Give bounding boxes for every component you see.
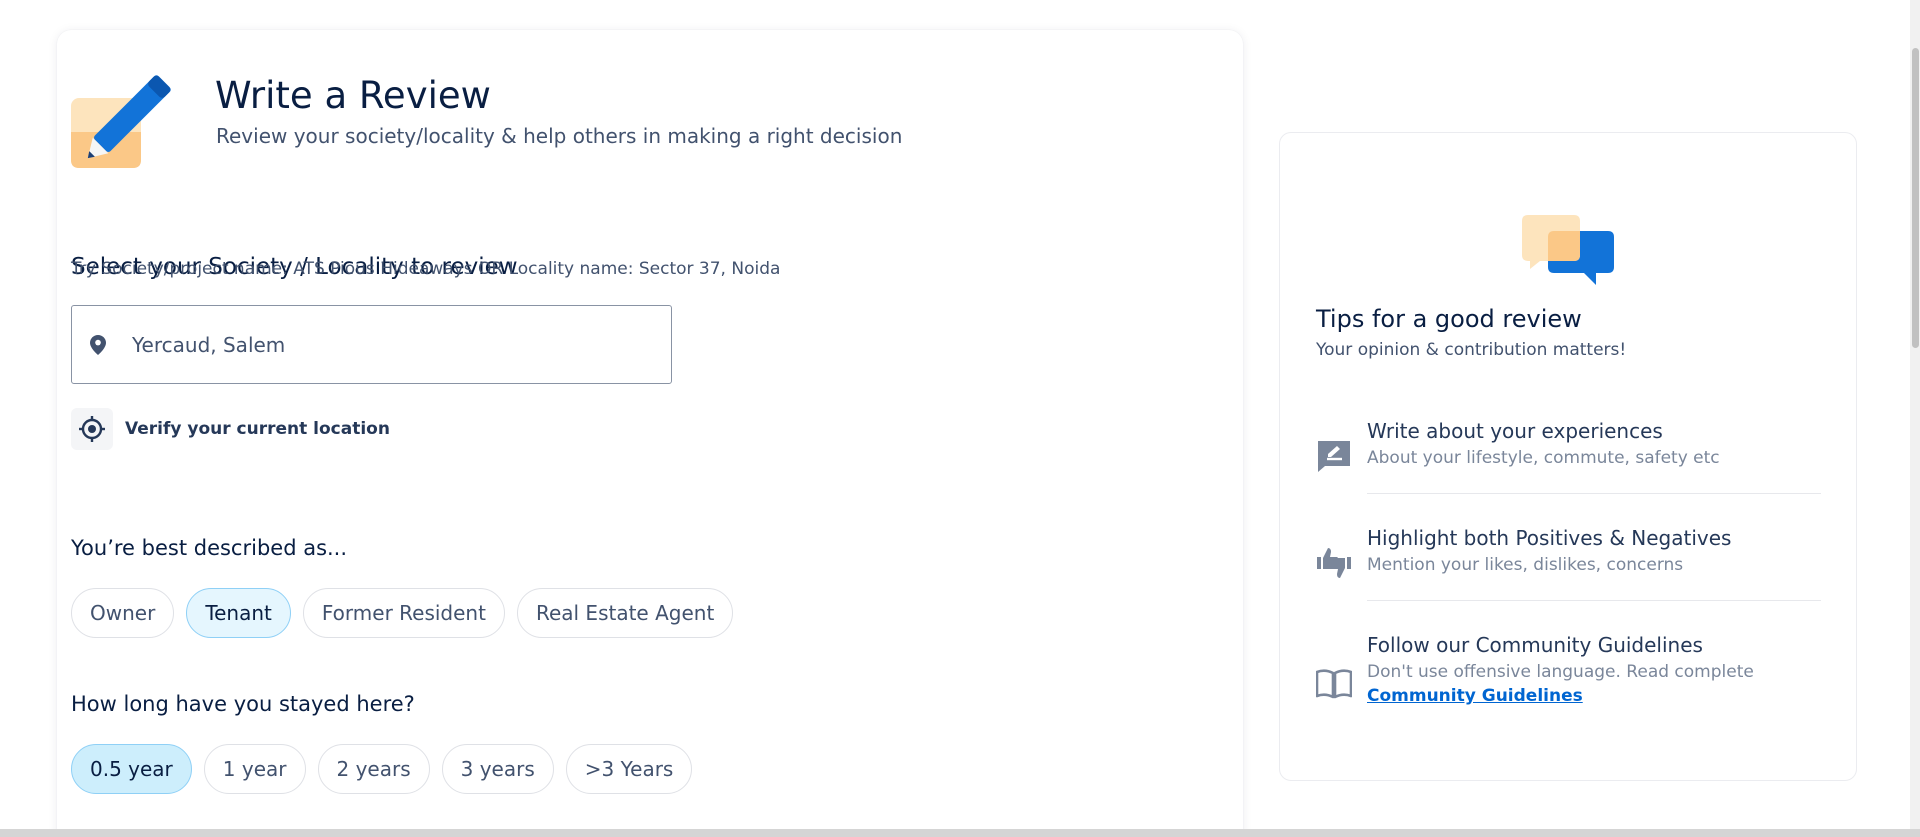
tip-divider xyxy=(1367,600,1821,601)
described-options: Owner Tenant Former Resident Real Estate… xyxy=(71,588,734,638)
tip-3-title: Follow our Community Guidelines xyxy=(1367,633,1703,657)
vertical-scrollbar-thumb[interactable] xyxy=(1912,48,1919,348)
option-1-year[interactable]: 1 year xyxy=(203,744,306,794)
option-tenant[interactable]: Tenant xyxy=(186,588,291,638)
society-search-box[interactable] xyxy=(71,305,672,384)
book-icon xyxy=(1316,669,1352,699)
thumbs-up-down-icon xyxy=(1317,548,1351,578)
tips-title: Tips for a good review xyxy=(1316,305,1582,333)
page-title: Write a Review xyxy=(215,74,491,117)
tip-1-desc: About your lifestyle, commute, safety et… xyxy=(1367,448,1720,468)
tip-2-title: Highlight both Positives & Negatives xyxy=(1367,526,1732,550)
page: Write a Review Review your society/local… xyxy=(0,0,1920,837)
option-2-years[interactable]: 2 years xyxy=(317,744,430,794)
option-3-years[interactable]: 3 years xyxy=(441,744,554,794)
option-more-than-3-years[interactable]: >3 Years xyxy=(565,744,693,794)
crosshair-icon xyxy=(79,416,105,442)
option-real-estate-agent[interactable]: Real Estate Agent xyxy=(516,588,734,638)
stay-section-heading: How long have you stayed here? xyxy=(71,692,415,716)
community-guidelines-link[interactable]: Community Guidelines xyxy=(1367,686,1583,706)
verify-location-label: Verify your current location xyxy=(125,419,390,439)
page-subtitle: Review your society/locality & help othe… xyxy=(216,124,903,148)
chat-bubbles-icon xyxy=(1522,215,1614,285)
horizontal-scrollbar[interactable] xyxy=(0,829,1920,837)
described-section-heading: You’re best described as... xyxy=(71,536,348,560)
society-search-hint: Try Society/project name: ATS Pious Hide… xyxy=(71,259,781,279)
verify-icon-container xyxy=(71,408,113,450)
option-owner[interactable]: Owner xyxy=(71,588,175,638)
tip-1-title: Write about your experiences xyxy=(1367,419,1663,443)
option-former-resident[interactable]: Former Resident xyxy=(302,588,505,638)
tip-3-desc: Don't use offensive language. Read compl… xyxy=(1367,662,1754,682)
verify-location-button[interactable]: Verify your current location xyxy=(71,408,390,450)
option-0-5-year[interactable]: 0.5 year xyxy=(71,744,192,794)
pencil-note-icon xyxy=(71,75,171,168)
edit-comment-icon xyxy=(1318,441,1350,472)
society-search-input[interactable] xyxy=(132,332,632,357)
tip-divider xyxy=(1367,493,1821,494)
tip-2-desc: Mention your likes, dislikes, concerns xyxy=(1367,555,1684,575)
stay-duration-options: 0.5 year 1 year 2 years 3 years >3 Years xyxy=(71,744,693,794)
tips-subtitle: Your opinion & contribution matters! xyxy=(1316,340,1627,360)
location-pin-icon xyxy=(90,334,106,355)
